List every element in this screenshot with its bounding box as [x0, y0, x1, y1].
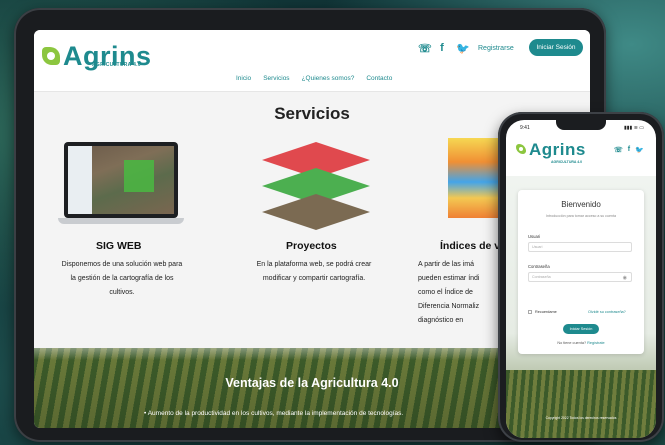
- leaf-icon: [42, 47, 60, 65]
- map-highlight: [124, 160, 154, 192]
- phone-social-links: ☏ f 🐦: [614, 146, 644, 154]
- no-account-row: No tiene cuenta? Regístrate: [518, 341, 644, 345]
- gis-map-image: [68, 146, 174, 214]
- index-heatmap-image: [448, 138, 498, 218]
- password-label: Contraseña: [528, 264, 550, 269]
- login-card: Bienvenido Introducción para tomar acces…: [518, 190, 644, 354]
- facebook-icon[interactable]: f: [437, 42, 447, 55]
- whatsapp-icon[interactable]: ☏: [418, 42, 432, 55]
- phone-notch: [556, 120, 606, 130]
- status-time: 9:41: [520, 125, 530, 131]
- nav-item-contacto[interactable]: Contacto: [366, 75, 392, 82]
- twitter-icon[interactable]: 🐦: [635, 146, 644, 154]
- login-title: Bienvenido: [561, 200, 601, 209]
- eye-icon[interactable]: ◉: [623, 274, 627, 282]
- layer-terrain: [262, 194, 370, 230]
- register-link[interactable]: Regístrate: [587, 341, 605, 345]
- desc-line: modificar y compartir cartografía.: [262, 275, 366, 282]
- password-input[interactable]: Contraseña ◉: [528, 272, 632, 282]
- service-desc-sig-web: Disponemos de una solución web para la g…: [40, 258, 204, 300]
- advantage-bullet: • Aumento de la productividad en los cul…: [144, 410, 404, 417]
- no-account-text: No tiene cuenta?: [557, 341, 587, 345]
- phone-device: 9:41 ▮▮▮ ≋ ▭ Agrins AGRICULTURA 4.0 ☏ f …: [498, 112, 664, 442]
- phone-login-button[interactable]: Iniciar Sesión: [563, 324, 599, 334]
- twitter-icon[interactable]: 🐦: [456, 42, 470, 55]
- social-links: ☏ f 🐦: [418, 42, 470, 55]
- login-button[interactable]: Iniciar Sesión: [529, 39, 583, 56]
- laptop-illustration: [58, 142, 184, 228]
- desc-line: la gestión de la cartografía de los: [70, 275, 174, 282]
- forgot-password-link[interactable]: Olvidé su contraseña?: [588, 310, 626, 314]
- desc-line: En la plataforma web, se podrá crear: [256, 261, 372, 268]
- desc-line: cultivos.: [109, 289, 135, 296]
- register-link[interactable]: Registrarse: [478, 45, 514, 52]
- laptop-screen: [64, 142, 178, 218]
- layers-graphic: [262, 142, 370, 230]
- password-placeholder: Contraseña: [532, 275, 551, 279]
- main-nav: Inicio Servicios ¿Quienes somos? Contact…: [236, 75, 392, 82]
- service-title-proyectos: Proyectos: [286, 240, 337, 252]
- facebook-icon[interactable]: f: [628, 146, 630, 154]
- desc-line: Disponemos de una solución web para: [61, 261, 183, 268]
- service-desc-proyectos: En la plataforma web, se podrá crear mod…: [230, 258, 398, 286]
- phone-logo-subtitle: AGRICULTURA 4.0: [551, 160, 583, 164]
- phone-logo-text: Agrins: [529, 140, 586, 159]
- phone-field-image: [506, 370, 656, 438]
- status-icons: ▮▮▮ ≋ ▭: [624, 125, 644, 131]
- whatsapp-icon[interactable]: ☏: [614, 146, 623, 154]
- user-input[interactable]: Usuari: [528, 242, 632, 252]
- leaf-icon: [516, 144, 526, 154]
- site-header: Agrins AGRICULTURA 4.0 ☏ f 🐦 Registrarse…: [34, 30, 590, 92]
- login-subtitle: Introducción para tomar acceso a su cuen…: [546, 214, 616, 218]
- nav-item-quienes-somos[interactable]: ¿Quienes somos?: [302, 75, 355, 82]
- copyright-text: Copyright 2022 Todos los derechos reserv…: [545, 416, 617, 420]
- phone-screen: 9:41 ▮▮▮ ≋ ▭ Agrins AGRICULTURA 4.0 ☏ f …: [506, 120, 656, 438]
- nav-item-inicio[interactable]: Inicio: [236, 75, 251, 82]
- phone-logo[interactable]: Agrins: [516, 140, 586, 159]
- service-title-sig-web: SIG WEB: [96, 240, 142, 252]
- logo-subtitle: AGRICULTURA 4.0: [92, 62, 141, 68]
- map-sidebar: [68, 146, 92, 214]
- service-title-indices: Índices de v: [440, 240, 501, 252]
- layers-illustration: [256, 138, 376, 234]
- remember-checkbox[interactable]: [528, 310, 532, 314]
- laptop-base: [58, 218, 184, 224]
- remember-label: Recuerdame: [535, 310, 557, 314]
- user-label: Usuari: [528, 234, 541, 239]
- nav-item-servicios[interactable]: Servicios: [263, 75, 289, 82]
